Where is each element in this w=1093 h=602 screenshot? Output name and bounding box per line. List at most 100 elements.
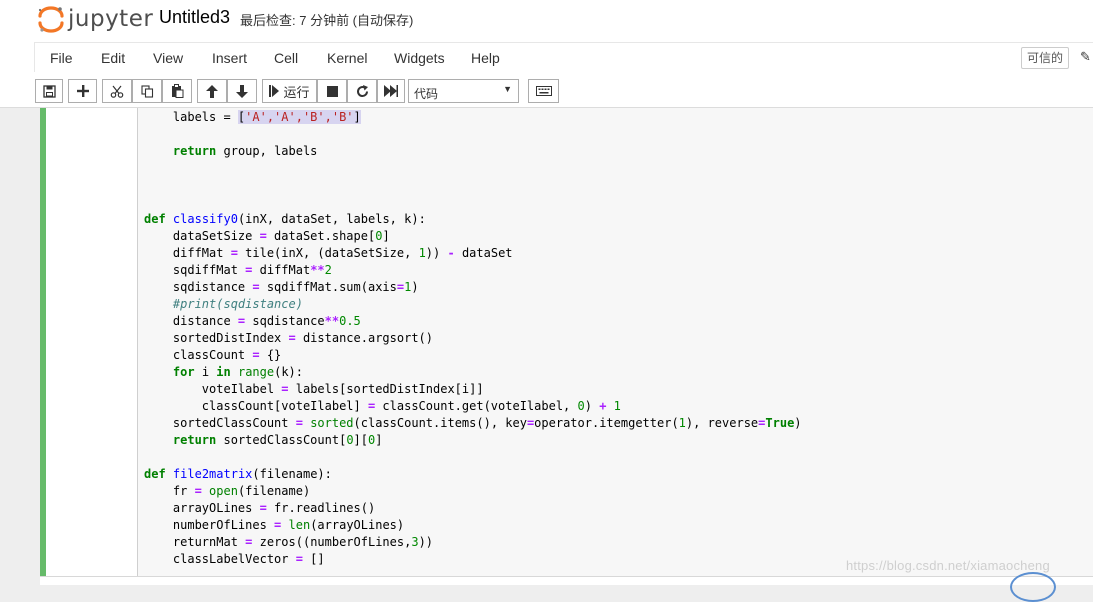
code-token: (filename): xyxy=(252,467,332,481)
code-token: ] xyxy=(375,433,383,447)
step-forward-icon xyxy=(269,85,280,97)
code-line: return group, labels xyxy=(144,143,802,160)
code-line: fr = open(filename) xyxy=(144,483,802,500)
code-token: sorted xyxy=(310,416,354,430)
code-token: = xyxy=(252,348,260,362)
code-token: sortedClassCount xyxy=(144,416,296,430)
code-token: = xyxy=(259,229,267,243)
floating-widget[interactable] xyxy=(1010,572,1056,602)
code-token: numberOfLines xyxy=(144,518,275,532)
menu-insert[interactable]: Insert xyxy=(212,50,247,66)
menu-kernel[interactable]: Kernel xyxy=(327,50,367,66)
run-all-button[interactable] xyxy=(377,79,405,103)
code-token: distance.argsort() xyxy=(295,331,434,345)
interrupt-button[interactable] xyxy=(317,79,347,103)
move-up-button[interactable] xyxy=(197,79,227,103)
menu-help[interactable]: Help xyxy=(471,50,500,66)
code-line: sortedClassCount = sorted(classCount.ite… xyxy=(144,415,802,432)
code-token: = xyxy=(252,280,260,294)
menu-view[interactable]: View xyxy=(153,50,183,66)
menu-bar: File Edit View Insert Cell Kernel Widget… xyxy=(0,42,1093,72)
code-token: classCount xyxy=(144,348,253,362)
move-down-button[interactable] xyxy=(227,79,257,103)
code-token: 0 xyxy=(346,433,354,447)
cut-icon xyxy=(110,85,124,98)
code-line: sortedDistIndex = distance.argsort() xyxy=(144,330,802,347)
run-label: 运行 xyxy=(283,84,310,100)
trusted-indicator[interactable]: 可信的 xyxy=(1021,47,1069,69)
code-token: range xyxy=(237,365,275,379)
menu-file[interactable]: File xyxy=(50,50,73,66)
code-token: [] xyxy=(302,552,325,566)
code-line: def file2matrix(filename): xyxy=(144,466,802,483)
code-line: for i in range(k): xyxy=(144,364,802,381)
fast-forward-icon xyxy=(384,85,398,97)
code-token: = xyxy=(281,382,289,396)
command-palette-button[interactable] xyxy=(528,79,559,103)
menu-edit[interactable]: Edit xyxy=(101,50,125,66)
notebook-name[interactable]: Untitled3 xyxy=(159,7,230,28)
code-token: sqdistance xyxy=(245,314,325,328)
code-token: return xyxy=(172,433,217,447)
cut-button[interactable] xyxy=(102,79,132,103)
menu-cell[interactable]: Cell xyxy=(274,50,298,66)
copy-icon xyxy=(140,84,153,98)
jupyter-logo[interactable]: jupyter xyxy=(36,4,153,34)
code-line: def classify0(inX, dataSet, labels, k): xyxy=(144,211,802,228)
menu-widgets[interactable]: Widgets xyxy=(394,50,445,66)
code-token: len xyxy=(288,518,311,532)
save-button[interactable] xyxy=(35,79,63,103)
code-editor[interactable]: labels = ['A','A','B','B'] return group,… xyxy=(144,109,802,568)
code-token: = xyxy=(288,331,296,345)
code-token: classLabelVector xyxy=(144,552,296,566)
code-line: diffMat = tile(inX, (dataSetSize, 1)) - … xyxy=(144,245,802,262)
copy-button[interactable] xyxy=(132,79,162,103)
code-token: = xyxy=(295,416,303,430)
code-token: ** xyxy=(324,314,340,328)
restart-button[interactable] xyxy=(347,79,377,103)
code-token: 1 xyxy=(678,416,686,430)
code-token: i xyxy=(194,365,217,379)
code-token: 0.5 xyxy=(339,314,361,328)
code-token: 1 xyxy=(418,246,426,260)
pencil-icon[interactable]: ✎ xyxy=(1080,49,1091,65)
code-token: {} xyxy=(259,348,282,362)
code-line: returnMat = zeros((numberOfLines,3)) xyxy=(144,534,802,551)
cell-prompt xyxy=(46,108,137,584)
run-button[interactable]: 运行 xyxy=(262,79,317,103)
code-line: dataSetSize = dataSet.shape[0] xyxy=(144,228,802,245)
code-token: - xyxy=(447,246,455,260)
code-line: labels = ['A','A','B','B'] xyxy=(144,109,802,126)
code-line: return sortedClassCount[0][0] xyxy=(144,432,802,449)
code-token: )) xyxy=(425,246,448,260)
code-token: for xyxy=(172,365,195,379)
code-token: operator.itemgetter( xyxy=(534,416,679,430)
code-token: dataSetSize xyxy=(144,229,260,243)
code-token: #print(sqdistance) xyxy=(172,297,303,311)
arrow-down-icon xyxy=(236,84,248,98)
code-token: (inX, dataSet, labels, k): xyxy=(237,212,426,226)
cell-type-select[interactable]: 代码 ▼ xyxy=(408,79,519,103)
watermark: https://blog.csdn.net/xiamaocheng xyxy=(846,558,1050,573)
code-token: 0 xyxy=(577,399,585,413)
paste-icon xyxy=(171,84,183,98)
code-token: classCount.get(voteIlabel, xyxy=(375,399,578,413)
paste-button[interactable] xyxy=(162,79,192,103)
save-icon xyxy=(42,84,56,98)
code-token: zeros((numberOfLines, xyxy=(252,535,412,549)
code-token: True xyxy=(765,416,795,430)
code-token: ) xyxy=(794,416,802,430)
stop-icon xyxy=(326,85,338,97)
jupyter-logo-icon xyxy=(38,6,64,33)
insert-cell-button[interactable] xyxy=(68,79,97,103)
